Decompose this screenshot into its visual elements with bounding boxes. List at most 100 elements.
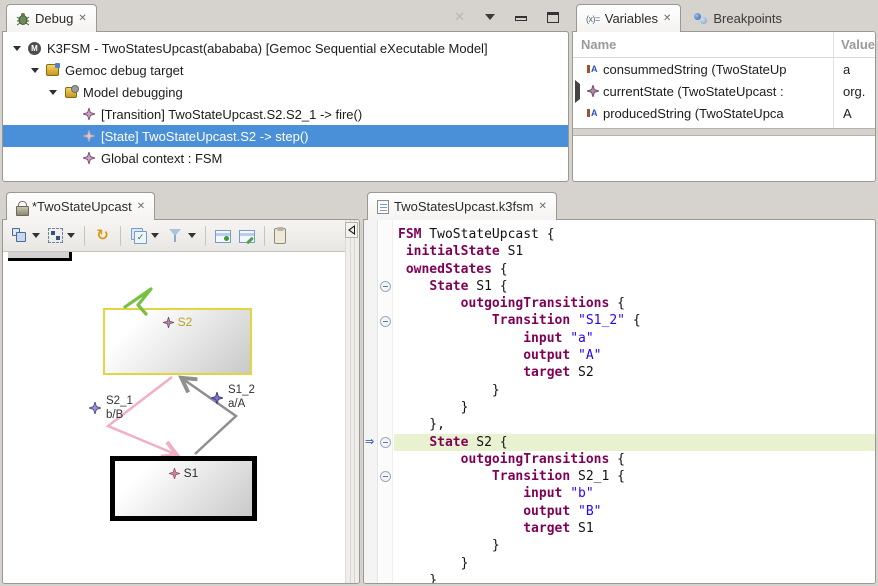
- keyword-token: outgoingTransitions: [461, 452, 610, 467]
- debug-tree-item[interactable]: [Transition] TwoStateUpcast.S2.S2_1 -> f…: [3, 103, 568, 125]
- debug-tree-item[interactable]: MK3FSM - TwoStatesUpcast(abababa) [Gemoc…: [3, 37, 568, 59]
- keyword-token: input: [523, 331, 562, 346]
- code-line[interactable]: target S2: [394, 364, 875, 381]
- transition-label-s1-2[interactable]: S1_2 a/A: [211, 383, 255, 411]
- code-line[interactable]: outgoingTransitions {: [394, 451, 875, 468]
- collapse-palette-icon[interactable]: [345, 222, 358, 238]
- dropdown-arrow-icon[interactable]: [151, 233, 159, 238]
- code-token: [570, 313, 578, 328]
- view-menu-icon[interactable]: [485, 14, 495, 20]
- variable-name: producedString (TwoStateUpca: [603, 106, 831, 121]
- export-diagram-button[interactable]: [211, 224, 235, 248]
- tab-debug-label: Debug: [35, 11, 73, 26]
- variables-table-header: Name Value: [573, 32, 875, 58]
- tab-debug[interactable]: Debug ✕: [6, 4, 97, 32]
- code-token: [398, 279, 429, 294]
- code-line[interactable]: Transition "S1_2" {: [394, 312, 875, 329]
- code-line[interactable]: State S1 {: [394, 278, 875, 295]
- code-token: [398, 469, 492, 484]
- dropdown-arrow-icon[interactable]: [188, 233, 196, 238]
- code-line[interactable]: target S1: [394, 520, 875, 537]
- filters-button[interactable]: [163, 224, 200, 248]
- transition-label-s2-1[interactable]: S2_1 b/B: [89, 394, 133, 422]
- variable-name: consummedString (TwoStateUp: [603, 62, 831, 77]
- code-token: [398, 365, 523, 380]
- code-line[interactable]: initialState S1: [394, 243, 875, 260]
- code-line[interactable]: output "B": [394, 503, 875, 520]
- debug-tree-item[interactable]: Gemoc debug target: [3, 59, 568, 81]
- tab-k3fsm-file[interactable]: TwoStatesUpcast.k3fsm ✕: [367, 192, 557, 220]
- transition-diamond-icon: [211, 392, 223, 404]
- debug-tree-item[interactable]: [State] TwoStateUpcast.S2 -> step(): [3, 125, 568, 147]
- debug-tree-item[interactable]: Model debugging: [3, 81, 568, 103]
- state-node-s1[interactable]: S1: [110, 456, 257, 521]
- code-line[interactable]: FSM TwoStateUpcast {: [394, 226, 875, 243]
- variable-row[interactable]: AconsummedString (TwoStateUpa: [573, 58, 875, 80]
- string-variable-icon: A: [587, 64, 603, 74]
- debug-view-toolbar: ✕: [454, 2, 559, 32]
- code-line[interactable]: outgoingTransitions {: [394, 295, 875, 312]
- code-line[interactable]: output "A": [394, 347, 875, 364]
- variable-expander-icon[interactable]: [575, 84, 587, 99]
- code-line[interactable]: input "b": [394, 485, 875, 502]
- annotation-ruler[interactable]: ⇒: [364, 220, 378, 583]
- maximize-icon[interactable]: [547, 12, 559, 23]
- expand-arrow-icon[interactable]: [13, 46, 21, 51]
- folding-ruler[interactable]: [379, 220, 393, 583]
- debug-tree-item[interactable]: Global context : FSM: [3, 147, 568, 169]
- fold-collapse-icon[interactable]: [380, 471, 391, 482]
- fold-collapse-icon[interactable]: [380, 437, 391, 448]
- code-line[interactable]: }: [394, 572, 875, 584]
- code-line[interactable]: }: [394, 382, 875, 399]
- code-token: [570, 504, 578, 519]
- expand-arrow-icon[interactable]: [49, 90, 57, 95]
- code-editor: TwoStatesUpcast.k3fsm ✕ ⇒ FSM TwoStateUp…: [363, 190, 876, 584]
- dropdown-arrow-icon[interactable]: [32, 233, 40, 238]
- tab-breakpoints[interactable]: Breakpoints: [685, 4, 791, 32]
- column-header-value[interactable]: Value: [841, 37, 875, 52]
- code-line[interactable]: }: [394, 555, 875, 572]
- code-token: [570, 348, 578, 363]
- clipboard-button[interactable]: [270, 224, 290, 248]
- tab-k3fsm-close-icon[interactable]: ✕: [538, 202, 546, 212]
- variable-row[interactable]: AproducedString (TwoStateUpcaA: [573, 102, 875, 124]
- tab-diagram-close-icon[interactable]: ✕: [137, 202, 145, 212]
- code-line[interactable]: }: [394, 537, 875, 554]
- variable-value: org.: [833, 84, 865, 99]
- code-token: [398, 331, 523, 346]
- code-line[interactable]: },: [394, 416, 875, 433]
- column-header-name[interactable]: Name: [581, 37, 823, 52]
- refresh-diagram-icon: ↻: [94, 227, 111, 244]
- refresh-diagram-button[interactable]: ↻: [90, 224, 115, 248]
- remove-all-terminated-icon[interactable]: ✕: [454, 9, 465, 25]
- fold-collapse-icon[interactable]: [380, 281, 391, 292]
- arrange-all-button[interactable]: [7, 224, 44, 248]
- diagram-canvas[interactable]: S2 S1 S2_1 b/B: [3, 252, 345, 583]
- variable-row[interactable]: currentState (TwoStateUpcast :org.: [573, 80, 875, 102]
- toolbar-separator: [264, 226, 265, 246]
- keyword-token: input: [523, 486, 562, 501]
- code-token: TwoStateUpcast {: [421, 227, 554, 242]
- keyword-token: Transition: [492, 469, 570, 484]
- tab-debug-close-icon[interactable]: ✕: [78, 14, 86, 24]
- edit-diagram-button[interactable]: [235, 224, 259, 248]
- code-line[interactable]: ownedStates {: [394, 261, 875, 278]
- code-text-area[interactable]: FSM TwoStateUpcast { initialState S1 own…: [394, 220, 875, 583]
- selection-mode-button[interactable]: [44, 224, 79, 248]
- dropdown-arrow-icon[interactable]: [67, 233, 75, 238]
- tab-variables-close-icon[interactable]: ✕: [663, 14, 671, 24]
- code-line[interactable]: }: [394, 399, 875, 416]
- stack-frame-icon: [81, 129, 96, 143]
- fold-collapse-icon[interactable]: [380, 316, 391, 327]
- expand-arrow-icon[interactable]: [31, 68, 39, 73]
- code-line[interactable]: Transition S2_1 {: [394, 468, 875, 485]
- tab-diagram[interactable]: *TwoStateUpcast ✕: [6, 192, 155, 220]
- keyword-token: State: [429, 435, 468, 450]
- variables-detail-pane[interactable]: [573, 135, 875, 181]
- variables-table: Name Value AconsummedString (TwoStateUpa…: [573, 32, 875, 129]
- code-line[interactable]: input "a": [394, 330, 875, 347]
- layers-button[interactable]: [126, 224, 163, 248]
- code-line[interactable]: State S2 {: [394, 434, 875, 451]
- tab-variables[interactable]: (x)= Variables ✕: [576, 4, 681, 32]
- minimize-icon[interactable]: [515, 16, 527, 21]
